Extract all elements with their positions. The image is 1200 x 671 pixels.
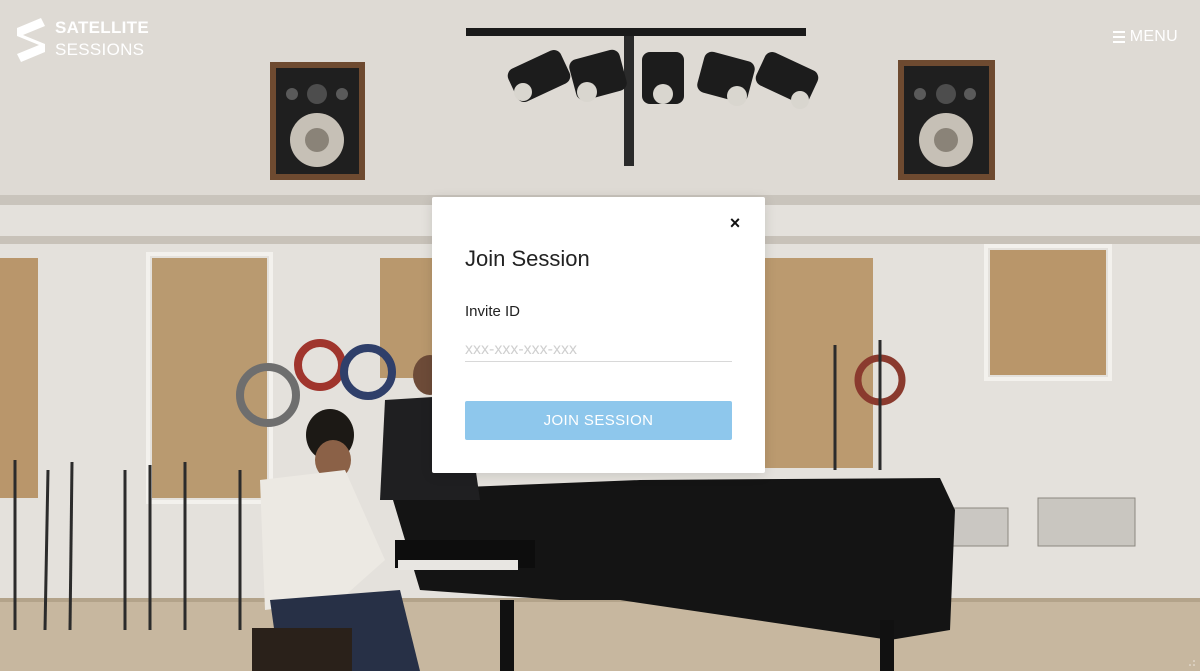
- hamburger-icon: [1112, 31, 1125, 43]
- invite-id-label: Invite ID: [465, 303, 521, 320]
- menu-label: MENU: [1129, 28, 1178, 45]
- join-session-modal: × Join Session Invite ID JOIN SESSION: [432, 197, 765, 473]
- close-icon[interactable]: ×: [727, 214, 743, 232]
- satellite-s-logo-icon: [17, 18, 45, 62]
- page: SATELLITE SESSIONS MENU × Join Session I…: [0, 0, 1200, 671]
- join-session-button[interactable]: JOIN SESSION: [465, 401, 732, 440]
- resize-grip-icon: [1189, 660, 1195, 666]
- brand-name-line2: SESSIONS: [55, 39, 145, 59]
- invite-id-input[interactable]: [465, 339, 732, 362]
- brand-wordmark: SATELLITE SESSIONS: [55, 19, 149, 59]
- brand-logo[interactable]: SATELLITE SESSIONS: [17, 18, 149, 62]
- brand-name-line1: SATELLITE: [55, 18, 149, 37]
- menu-button[interactable]: MENU: [1112, 28, 1178, 46]
- modal-title: Join Session: [465, 246, 590, 271]
